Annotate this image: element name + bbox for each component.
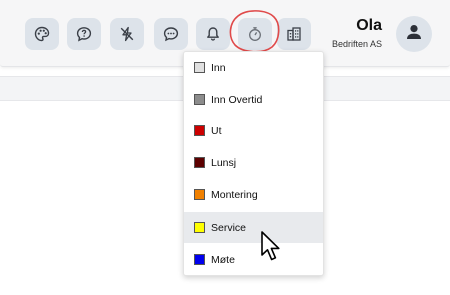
color-swatch xyxy=(194,189,205,200)
user-name: Ola xyxy=(356,17,382,34)
bell-icon xyxy=(205,26,221,42)
flash-off-icon xyxy=(119,26,135,42)
help-button[interactable] xyxy=(67,18,101,50)
menu-item-inn[interactable]: Inn xyxy=(184,52,323,83)
app-page: Ola Bedriften AS Inn Inn Overtid Ut Luns… xyxy=(0,0,450,295)
menu-item-ut[interactable]: Ut xyxy=(184,115,323,146)
menu-item-montering[interactable]: Montering xyxy=(184,179,323,210)
time-status-button[interactable] xyxy=(238,18,272,50)
menu-item-label: Inn Overtid xyxy=(211,93,263,106)
menu-item-service[interactable]: Service xyxy=(184,212,323,243)
menu-item-mote[interactable]: Møte xyxy=(184,244,323,275)
building-icon xyxy=(286,26,302,42)
color-swatch xyxy=(194,125,205,136)
color-swatch xyxy=(194,94,205,105)
stopwatch-icon xyxy=(247,26,263,42)
messages-button[interactable] xyxy=(154,18,188,50)
company-button[interactable] xyxy=(277,18,311,50)
help-icon xyxy=(76,26,92,42)
menu-item-label: Lunsj xyxy=(211,156,237,169)
flash-off-button[interactable] xyxy=(110,18,144,50)
avatar[interactable] xyxy=(396,16,432,52)
menu-item-label: Montering xyxy=(211,188,258,201)
user-company: Bedriften AS xyxy=(331,39,382,49)
menu-item-label: Møte xyxy=(211,253,235,266)
user-icon xyxy=(405,23,423,46)
notifications-button[interactable] xyxy=(196,18,230,50)
menu-item-label: Ut xyxy=(211,124,222,137)
menu-item-lunsj[interactable]: Lunsj xyxy=(184,147,323,178)
menu-item-inn-overtid[interactable]: Inn Overtid xyxy=(184,84,323,115)
color-swatch xyxy=(194,62,205,73)
chat-icon xyxy=(163,26,179,42)
color-swatch xyxy=(194,254,205,265)
color-swatch xyxy=(194,157,205,168)
theme-button[interactable] xyxy=(25,18,59,50)
status-dropdown-menu: Inn Inn Overtid Ut Lunsj Montering Servi… xyxy=(183,51,324,276)
palette-icon xyxy=(34,26,50,42)
menu-item-label: Inn xyxy=(211,61,226,74)
menu-item-label: Service xyxy=(211,221,247,234)
color-swatch xyxy=(194,222,205,233)
